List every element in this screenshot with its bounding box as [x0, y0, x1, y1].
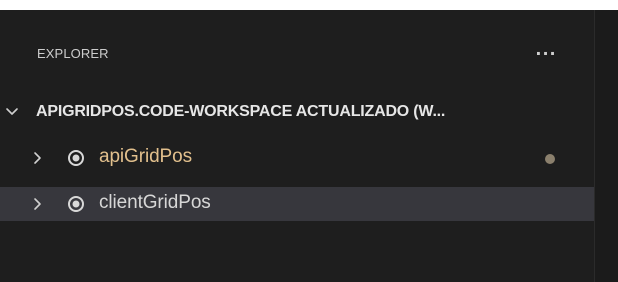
folder-label: apiGridPos	[99, 146, 192, 167]
folder-label: clientGridPos	[99, 192, 211, 213]
modified-dot-icon	[545, 154, 555, 164]
vscode-explorer-window: EXPLORER ··· APIGRIDPOS.CODE-WORKSPACE A…	[0, 0, 618, 282]
explorer-header: EXPLORER ···	[0, 36, 594, 72]
explorer-panel: EXPLORER ··· APIGRIDPOS.CODE-WORKSPACE A…	[0, 10, 594, 282]
workspace-root-row[interactable]: APIGRIDPOS.CODE-WORKSPACE ACTUALIZADO (W…	[0, 97, 594, 127]
chevron-right-icon	[30, 196, 46, 212]
workspace-title: APIGRIDPOS.CODE-WORKSPACE ACTUALIZADO (W…	[36, 103, 446, 120]
chevron-down-icon	[5, 105, 19, 119]
right-panel-edge	[594, 10, 618, 282]
explorer-title: EXPLORER	[37, 46, 109, 61]
more-actions-button[interactable]: ···	[532, 43, 560, 63]
folder-row-apigridpos[interactable]: apiGridPos	[0, 141, 594, 171]
chevron-right-icon	[30, 150, 46, 166]
top-border-strip	[0, 0, 618, 10]
target-circle-icon	[67, 195, 85, 213]
target-circle-icon	[67, 149, 85, 167]
folder-row-clientgridpos[interactable]: clientGridPos	[0, 187, 594, 221]
